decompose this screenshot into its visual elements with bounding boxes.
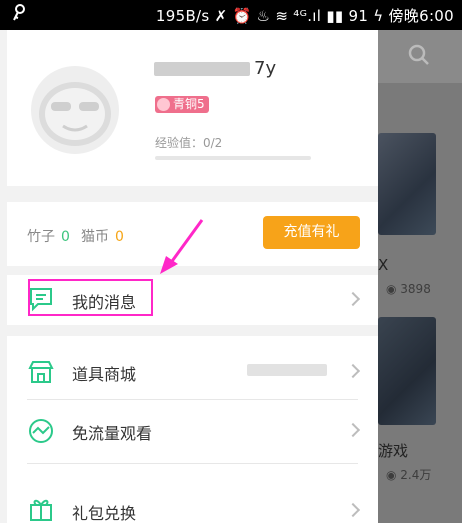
status-text: 195B/s ✗ ⏰ ♨ ≋ ⁴ᴳ.ıl ▮▮ 91 ϟ 傍晚6:00 bbox=[155, 7, 454, 25]
menu-label: 免流量观看 bbox=[72, 424, 153, 443]
menu-item-gift-exchange[interactable]: 礼包兑换 bbox=[7, 464, 378, 523]
profile-card[interactable]: 7y 青铜5 经验值：0/2 bbox=[7, 30, 378, 186]
store-icon bbox=[28, 359, 54, 385]
background-content[interactable]: X ◉ 3898 游戏 ◉ 2.4万 bbox=[378, 30, 462, 523]
pig-icon bbox=[157, 98, 170, 111]
side-drawer: 7y 青铜5 经验值：0/2 竹子 0 猫币 0 充值有礼 我的消息 道具商城 … bbox=[0, 30, 378, 523]
username-suffix: 7y bbox=[254, 58, 277, 79]
chevron-right-icon bbox=[345, 422, 361, 438]
menu-list: 道具商城 免流量观看 礼包兑换 bbox=[7, 336, 378, 523]
chevron-right-icon bbox=[345, 291, 361, 307]
view-count: ◉ 3898 bbox=[386, 282, 431, 296]
bamboo-balance: 竹子 0 bbox=[27, 226, 70, 246]
menu-item-shop[interactable]: 道具商城 bbox=[7, 336, 378, 400]
gift-icon bbox=[28, 496, 54, 522]
view-count: ◉ 2.4万 bbox=[386, 468, 432, 482]
experience-bar bbox=[155, 156, 311, 160]
search-icon[interactable] bbox=[408, 44, 430, 70]
menu-item-free-data[interactable]: 免流量观看 bbox=[7, 400, 378, 464]
username: 7y bbox=[154, 58, 276, 79]
recharge-button[interactable]: 充值有礼 bbox=[263, 216, 360, 249]
video-thumbnail[interactable] bbox=[378, 317, 436, 425]
chevron-right-icon bbox=[345, 363, 361, 379]
catcoin-balance: 猫币 0 bbox=[81, 226, 124, 246]
video-thumbnail[interactable] bbox=[378, 133, 436, 235]
experience-label: 经验值：0/2 bbox=[155, 136, 223, 150]
bamboo-value: 0 bbox=[61, 229, 70, 245]
level-label: 青铜5 bbox=[173, 97, 205, 111]
redacted-info bbox=[247, 364, 327, 376]
data-saver-icon bbox=[28, 418, 54, 444]
menu-label: 我的消息 bbox=[72, 293, 137, 312]
message-icon bbox=[28, 286, 54, 312]
video-title-fragment: 游戏 bbox=[378, 442, 409, 460]
catcoin-value: 0 bbox=[115, 229, 124, 245]
menu-label: 礼包兑换 bbox=[72, 504, 137, 523]
bamboo-label: 竹子 bbox=[27, 229, 55, 245]
level-badge: 青铜5 bbox=[155, 96, 209, 113]
video-title-fragment: X bbox=[378, 256, 389, 274]
status-bar: 195B/s ✗ ⏰ ♨ ≋ ⁴ᴳ.ıl ▮▮ 91 ϟ 傍晚6:00 bbox=[0, 0, 462, 30]
menu-label: 道具商城 bbox=[72, 365, 137, 384]
menu-item-messages[interactable]: 我的消息 bbox=[7, 275, 378, 325]
catcoin-label: 猫币 bbox=[81, 229, 109, 245]
avatar[interactable] bbox=[31, 66, 119, 154]
key-icon bbox=[12, 4, 26, 26]
annotation-arrow-icon bbox=[158, 218, 206, 282]
redacted-name bbox=[154, 62, 250, 76]
chevron-right-icon bbox=[345, 502, 361, 518]
